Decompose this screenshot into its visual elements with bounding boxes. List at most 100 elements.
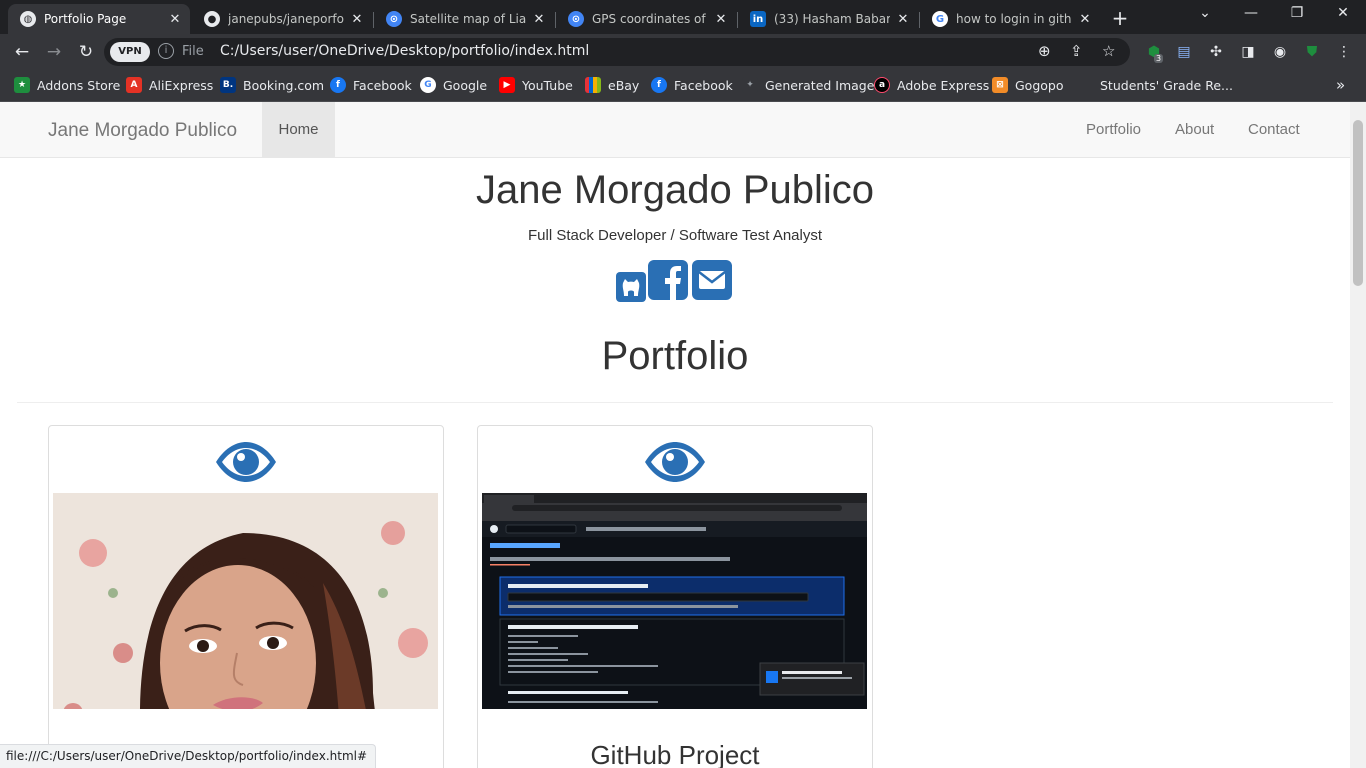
addons-icon: ★: [14, 77, 30, 93]
project-card[interactable]: [48, 425, 444, 768]
shield-icon[interactable]: ⛊: [1302, 42, 1322, 62]
bookmark-label: Facebook: [674, 77, 733, 93]
bookmark-item[interactable]: ✦ Generated Image: [742, 76, 874, 94]
bookmark-label: Gogopo: [1015, 77, 1064, 93]
bookmark-item[interactable]: a Adobe Express: [874, 76, 989, 94]
hero-name: Jane Morgado Publico: [475, 168, 875, 212]
bookmark-label: Google: [443, 77, 488, 93]
envelope-icon[interactable]: [692, 260, 732, 305]
bookmark-item[interactable]: ▶ YouTube: [499, 76, 573, 94]
portfolio-heading: Portfolio: [601, 334, 749, 378]
sidepanel-icon[interactable]: ◨: [1238, 42, 1258, 62]
bookmark-star-icon[interactable]: ☆: [1102, 42, 1115, 60]
bookmark-label: Addons Store: [37, 77, 121, 93]
status-bar-url: file:///C:/Users/user/OneDrive/Desktop/p…: [0, 744, 377, 768]
facebook-icon[interactable]: [648, 260, 688, 305]
google-icon: G: [932, 11, 948, 27]
extension-badge: 3: [1154, 54, 1164, 63]
zoom-icon[interactable]: ⊕: [1038, 42, 1051, 60]
facebook-icon: f: [651, 77, 667, 93]
close-icon[interactable]: ✕: [350, 12, 364, 27]
close-icon[interactable]: ✕: [532, 12, 546, 27]
tab-search-button[interactable]: ⌄: [1194, 5, 1216, 21]
bookmark-label: AliExpress: [149, 77, 214, 93]
back-button[interactable]: ←: [10, 40, 34, 64]
hero-subtitle: Full Stack Developer / Software Test Ana…: [527, 227, 823, 244]
close-icon[interactable]: ✕: [896, 12, 910, 27]
eye-icon[interactable]: [643, 440, 707, 484]
new-tab-button[interactable]: +: [1110, 6, 1130, 30]
github-icon[interactable]: [616, 272, 646, 307]
nav-portfolio[interactable]: Portfolio: [1086, 121, 1141, 138]
bookmark-item[interactable]: eBay: [585, 76, 639, 94]
browser-chrome: ◍ Portfolio Page ✕ ● janepubs/janeporfol…: [0, 0, 1366, 102]
puzzle-icon[interactable]: ✣: [1206, 42, 1226, 62]
info-icon[interactable]: i: [158, 43, 174, 59]
tab-title: GPS coordinates of Liangan: [592, 12, 708, 26]
gogopo-icon: ⊠: [992, 77, 1008, 93]
tab-title: Portfolio Page: [44, 12, 127, 26]
bookmark-label: Adobe Express: [897, 77, 990, 93]
eye-icon[interactable]: [214, 440, 278, 484]
globe-icon: ◍: [20, 11, 36, 27]
project-title: GitHub Project: [590, 740, 760, 768]
bookmark-item[interactable]: A AliExpress: [126, 76, 213, 94]
bookmarks-bar: ★ Addons Store A AliExpress B. Booking.com …: [0, 70, 1366, 102]
bookmark-label: Generated Image: [765, 77, 875, 93]
minimize-button[interactable]: —: [1240, 5, 1262, 21]
close-icon[interactable]: ✕: [168, 12, 182, 27]
nav-contact[interactable]: Contact: [1248, 121, 1300, 138]
menu-kebab-icon[interactable]: ⋮: [1334, 42, 1354, 62]
close-icon[interactable]: ✕: [714, 12, 728, 27]
bookmarks-overflow-button[interactable]: »: [1336, 76, 1345, 94]
scrollbar-thumb[interactable]: [1353, 120, 1363, 286]
bookmark-item[interactable]: G Google: [420, 76, 487, 94]
tab-title: (33) Hasham Babar | LinkedIn: [774, 12, 890, 26]
site-navbar: Jane Morgado Publico Home Portfolio Abou…: [0, 102, 1350, 158]
site-brand[interactable]: Jane Morgado Publico: [48, 120, 237, 142]
tab-title: how to login in github: [956, 12, 1072, 26]
google-icon: G: [420, 77, 436, 93]
page-scrollbar[interactable]: [1350, 102, 1366, 768]
generated-image-icon: ✦: [742, 77, 758, 93]
bookmark-item[interactable]: ⊠ Gogopo: [992, 76, 1064, 94]
forward-button[interactable]: →: [42, 40, 66, 64]
reload-button[interactable]: ↻: [74, 40, 98, 64]
bookmark-label: Facebook: [353, 77, 412, 93]
nav-home[interactable]: Home: [262, 102, 335, 158]
close-icon[interactable]: ✕: [1078, 12, 1092, 27]
tab-strip: ◍ Portfolio Page ✕ ● janepubs/janeporfol…: [0, 0, 1366, 34]
tab-title: janepubs/janeporfolio: [228, 12, 344, 26]
youtube-icon: ▶: [499, 77, 515, 93]
tab-gps-coordinates[interactable]: ⊙ GPS coordinates of Liangan ✕: [556, 4, 736, 34]
github-screenshot-thumbnail: [482, 493, 867, 709]
bookmark-item[interactable]: ★ Addons Store: [14, 76, 120, 94]
tab-github-repo[interactable]: ● janepubs/janeporfolio ✕: [192, 4, 372, 34]
divider: [17, 402, 1333, 403]
bookmark-label: Booking.com: [243, 77, 325, 93]
bookmark-item[interactable]: B. Booking.com: [220, 76, 324, 94]
tab-title: Satellite map of Liangan: [410, 12, 526, 26]
share-icon[interactable]: ⇪: [1070, 42, 1083, 60]
close-window-button[interactable]: ✕: [1332, 5, 1354, 21]
tab-satellite-map[interactable]: ⊙ Satellite map of Liangan ✕: [374, 4, 554, 34]
maximize-button[interactable]: ❐: [1286, 5, 1308, 21]
bookmark-item[interactable]: f Facebook: [330, 76, 412, 94]
url-text[interactable]: C:/Users/user/OneDrive/Desktop/portfolio…: [220, 43, 589, 59]
booking-icon: B.: [220, 77, 236, 93]
compass-icon: ⊙: [568, 11, 584, 27]
tab-linkedin[interactable]: in (33) Hasham Babar | LinkedIn ✕: [738, 4, 918, 34]
address-bar[interactable]: VPN i File C:/Users/user/OneDrive/Deskto…: [104, 38, 1130, 66]
profile-icon[interactable]: ◉: [1270, 42, 1290, 62]
bookmark-item[interactable]: Students' Grade Re...: [1100, 76, 1233, 94]
bookmark-item[interactable]: f Facebook: [651, 76, 733, 94]
tab-google-search[interactable]: G how to login in github ✕: [920, 4, 1100, 34]
compass-icon: ⊙: [386, 11, 402, 27]
nav-about[interactable]: About: [1175, 121, 1214, 138]
bookmark-label: eBay: [608, 77, 640, 93]
project-card[interactable]: GitHub Project: [477, 425, 873, 768]
vpn-badge[interactable]: VPN: [110, 42, 150, 62]
url-scheme: File: [182, 44, 204, 59]
document-icon[interactable]: ▤: [1174, 42, 1194, 62]
tab-portfolio-page[interactable]: ◍ Portfolio Page ✕: [8, 4, 190, 34]
